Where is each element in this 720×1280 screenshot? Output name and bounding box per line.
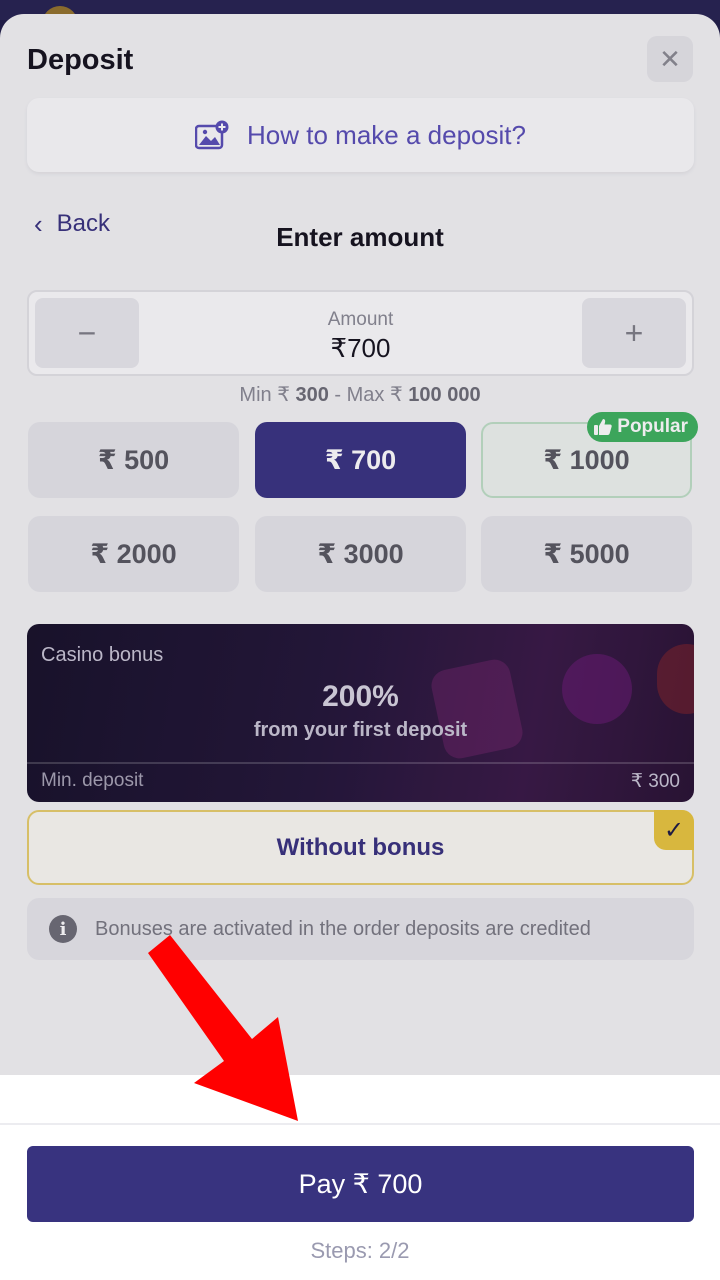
max-amount: 100 000	[408, 384, 481, 406]
without-bonus-option[interactable]: Without bonus ✓	[27, 810, 694, 885]
bonus-info-text: Bonuses are activated in the order depos…	[95, 917, 591, 940]
preset-5000-button[interactable]: ₹ 5000	[481, 516, 692, 592]
preset-700-button[interactable]: ₹ 700	[255, 422, 466, 498]
modal-title: Deposit	[27, 44, 134, 76]
checkmark-icon: ✓	[654, 810, 694, 850]
bonus-subtitle: from your first deposit	[253, 719, 468, 741]
amount-limits: Min ₹ 300 - Max ₹ 100 000	[0, 382, 720, 407]
bonus-divider	[27, 762, 694, 764]
thumbs-up-icon	[594, 419, 612, 435]
preset-2000-button[interactable]: ₹ 2000	[28, 516, 239, 592]
close-icon: ✕	[659, 43, 681, 74]
increase-amount-button[interactable]: +	[582, 298, 686, 368]
footer-divider	[0, 1123, 720, 1125]
image-plus-icon	[195, 120, 229, 150]
popular-badge: Popular	[587, 412, 698, 442]
preset-1000-button[interactable]: ₹ 1000 Popular	[481, 412, 698, 498]
preset-1000-label: ₹ 1000	[543, 444, 630, 475]
amount-input[interactable]: − Amount ₹700 +	[27, 290, 694, 376]
bonus-min-deposit-label: Min. deposit	[41, 770, 144, 791]
step-title: Enter amount	[276, 222, 444, 252]
footer-panel: Pay ₹ 700 Steps: 2/2	[0, 1075, 720, 1280]
bonus-name: Casino bonus	[41, 644, 164, 666]
bonus-percent: 200%	[322, 680, 399, 713]
pay-button[interactable]: Pay ₹ 700	[27, 1146, 694, 1222]
popular-label: Popular	[617, 416, 688, 437]
min-amount: 300	[295, 384, 329, 406]
casino-bonus-card[interactable]: Casino bonus 200% from your first deposi…	[27, 624, 694, 802]
bonus-min-deposit-value: ₹ 300	[630, 771, 680, 792]
preset-3000-button[interactable]: ₹ 3000	[255, 516, 466, 592]
how-to-deposit-button[interactable]: How to make a deposit?	[27, 98, 694, 172]
preset-500-button[interactable]: ₹ 500	[28, 422, 239, 498]
close-button[interactable]: ✕	[647, 36, 693, 82]
steps-indicator: Steps: 2/2	[310, 1238, 410, 1263]
min-prefix: Min ₹	[239, 384, 290, 406]
bonus-info-banner: i Bonuses are activated in the order dep…	[27, 898, 694, 960]
info-icon: i	[49, 915, 77, 943]
how-to-deposit-label: How to make a deposit?	[247, 119, 526, 150]
without-bonus-label: Without bonus	[276, 833, 445, 861]
max-prefix: - Max ₹	[328, 384, 403, 406]
